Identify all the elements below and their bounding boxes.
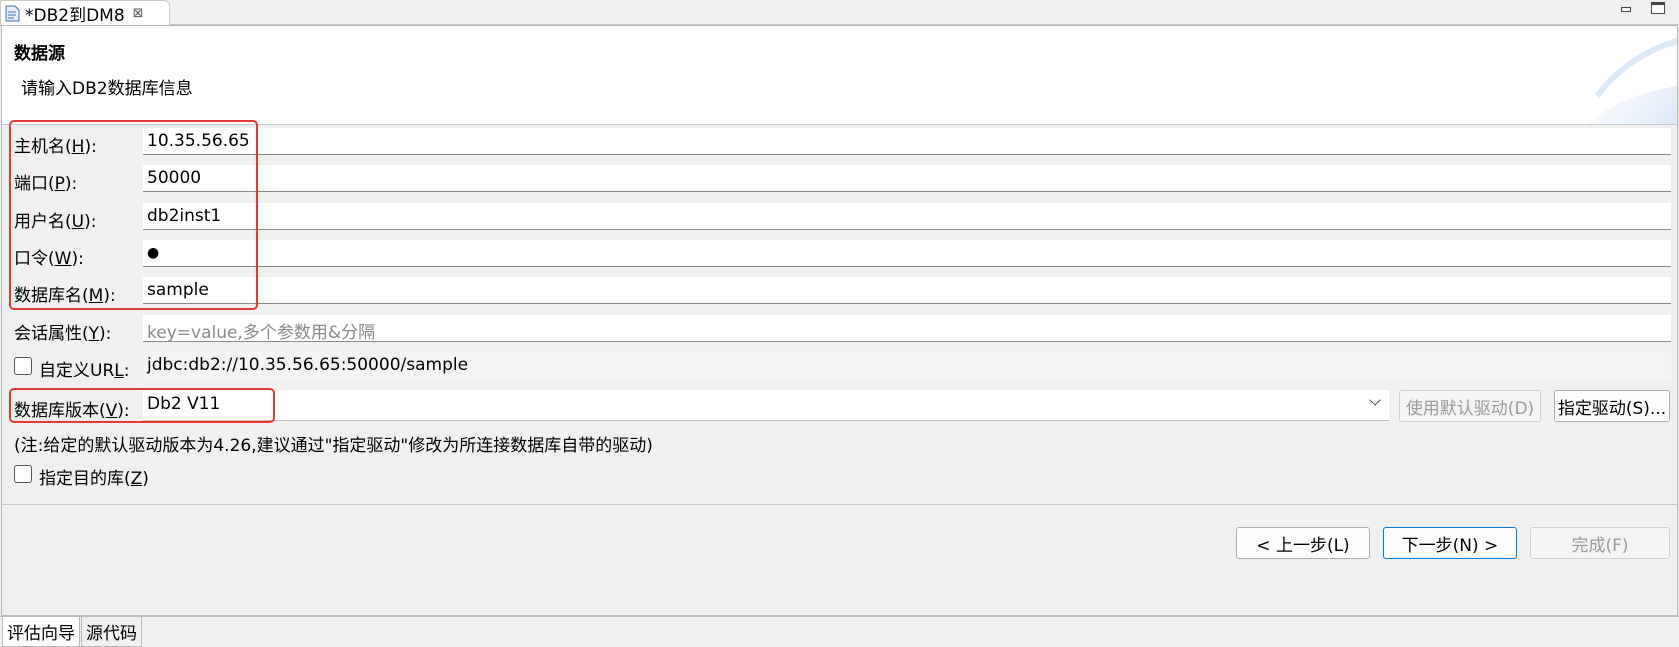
page-title: 数据源 (14, 39, 65, 64)
highlight-box-connection (9, 120, 258, 310)
database-name-input[interactable]: sample (143, 277, 1671, 304)
editor-tab-bar: *DB2到DM8 ⊠ (0, 0, 1679, 25)
editor-tab[interactable]: *DB2到DM8 ⊠ (0, 0, 170, 26)
session-properties-input[interactable]: key=value,多个参数用&分隔 (143, 315, 1671, 342)
next-button[interactable]: 下一步(N) > (1383, 527, 1517, 559)
divider (2, 504, 1677, 505)
window-controls (1619, 2, 1665, 14)
driver-note: (注:给定的默认驱动版本为4.26,建议通过"指定驱动"修改为所连接数据库自带的… (14, 431, 653, 456)
highlight-box-version (9, 388, 275, 423)
tab-source-code[interactable]: 源代码 (81, 617, 142, 647)
target-db-label: 指定目的库(Z) (39, 464, 149, 489)
page-description: 请输入DB2数据库信息 (21, 74, 193, 99)
host-input[interactable]: 10.35.56.65 (143, 128, 1671, 155)
wizard-file-icon (5, 5, 20, 22)
chevron-down-icon[interactable] (1369, 394, 1380, 405)
target-db-checkbox[interactable] (14, 465, 32, 483)
username-input[interactable]: db2inst1 (143, 203, 1671, 230)
port-input[interactable]: 50000 (143, 165, 1671, 192)
custom-url-checkbox[interactable] (14, 357, 32, 375)
password-input[interactable]: ● (143, 240, 1671, 267)
maximize-icon[interactable] (1651, 2, 1665, 14)
db-version-select[interactable]: Db2 V11 (143, 390, 1389, 421)
tab-assessment-wizard[interactable]: 评估向导 (2, 617, 80, 647)
wizard-panel: 数据源 请输入DB2数据库信息 主机名(H): 10.35.56.65 端口(P… (1, 25, 1678, 616)
minimize-icon[interactable] (1619, 2, 1633, 14)
back-button[interactable]: < 上一步(L) (1236, 527, 1370, 559)
use-default-driver-button[interactable]: 使用默认驱动(D) (1399, 390, 1541, 422)
editor-tab-title: *DB2到DM8 (25, 1, 125, 26)
custom-url-label: 自定义URL: (39, 356, 129, 381)
bottom-tab-bar: 评估向导 源代码 (0, 616, 1679, 647)
header-decoration-icon (1557, 26, 1677, 125)
custom-url-input: jdbc:db2://10.35.56.65:50000/sample (143, 352, 1671, 379)
finish-button[interactable]: 完成(F) (1530, 527, 1670, 559)
wizard-header: 数据源 请输入DB2数据库信息 (2, 26, 1677, 125)
specify-driver-button[interactable]: 指定驱动(S)... (1554, 390, 1670, 422)
close-icon[interactable]: ⊠ (133, 6, 144, 21)
session-properties-label: 会话属性(Y): (14, 319, 111, 344)
